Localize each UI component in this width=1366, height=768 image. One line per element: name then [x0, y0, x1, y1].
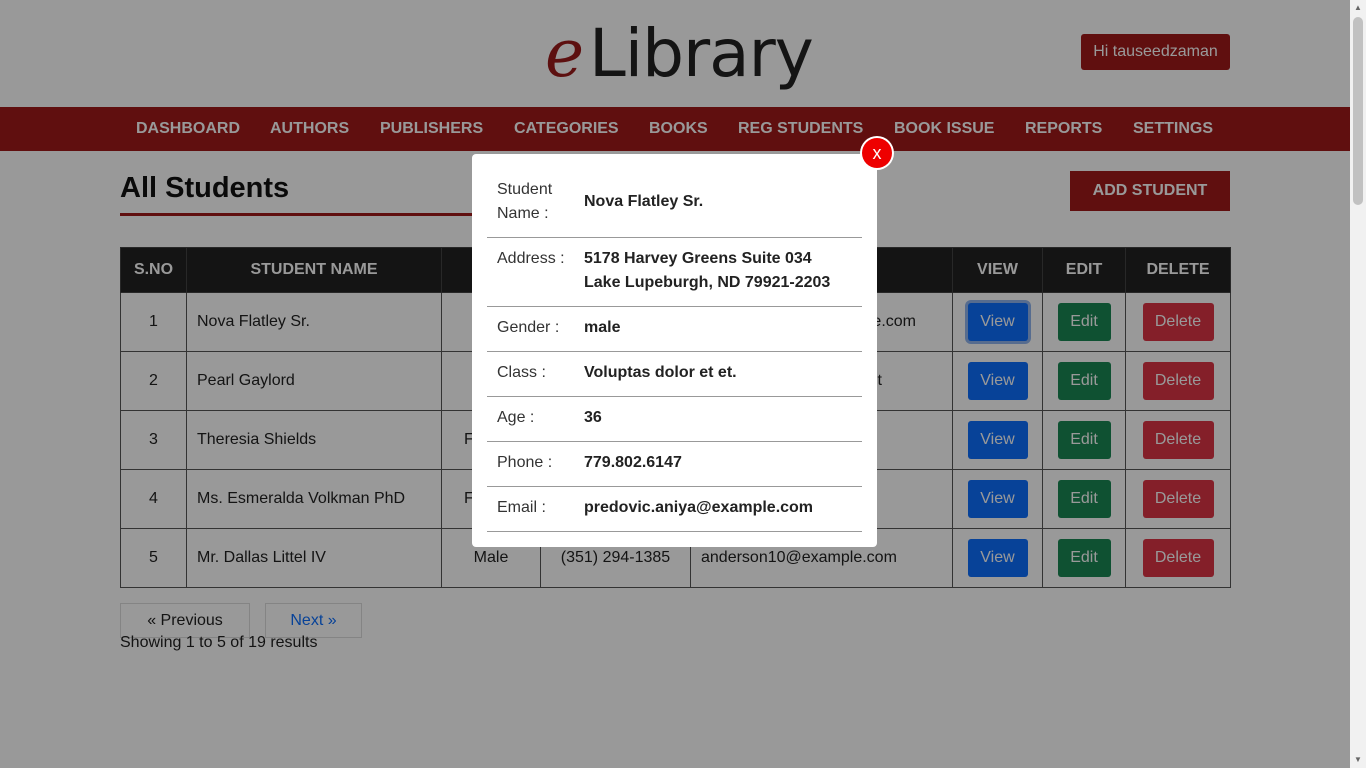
student-details-modal: Student Name : Nova Flatley Sr. Address …	[472, 154, 877, 547]
value-email: predovic.aniya@example.com	[584, 499, 814, 516]
value-student-name: Nova Flatley Sr.	[584, 193, 704, 210]
modal-row-email: Email : predovic.aniya@example.com	[487, 487, 862, 532]
label-class: Class :	[497, 364, 546, 381]
scroll-down-arrow-icon[interactable]: ▼	[1350, 752, 1366, 768]
scroll-thumb[interactable]	[1353, 17, 1363, 205]
label-email: Email :	[497, 499, 546, 516]
modal-row-address: Address : 5178 Harvey Greens Suite 034 L…	[487, 238, 862, 307]
value-age: 36	[584, 409, 602, 426]
close-modal-button[interactable]: x	[862, 138, 892, 168]
page-scrollbar[interactable]: ▲ ▼	[1350, 0, 1366, 768]
value-phone: 779.802.6147	[584, 454, 682, 471]
modal-row-class: Class : Voluptas dolor et et.	[487, 352, 862, 397]
modal-row-name: Student Name : Nova Flatley Sr.	[487, 175, 862, 238]
label-phone: Phone :	[497, 454, 553, 471]
label-address: Address :	[497, 250, 565, 267]
value-address: 5178 Harvey Greens Suite 034 Lake Lupebu…	[584, 250, 831, 291]
label-student-name: Student Name :	[497, 181, 553, 222]
modal-row-gender: Gender : male	[487, 307, 862, 352]
value-gender: male	[584, 319, 621, 336]
scroll-up-arrow-icon[interactable]: ▲	[1350, 0, 1366, 16]
label-age: Age :	[497, 409, 535, 426]
modal-row-phone: Phone : 779.802.6147	[487, 442, 862, 487]
value-class: Voluptas dolor et et.	[584, 364, 737, 381]
modal-row-age: Age : 36	[487, 397, 862, 442]
label-gender: Gender :	[497, 319, 560, 336]
